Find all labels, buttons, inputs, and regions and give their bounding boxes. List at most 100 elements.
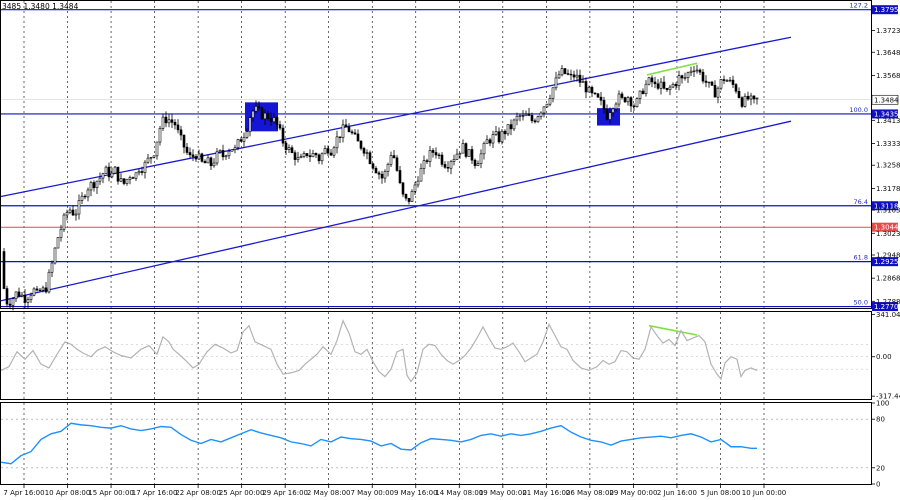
candle-body bbox=[476, 163, 480, 166]
candle-body bbox=[605, 108, 609, 120]
candle-body bbox=[440, 154, 444, 165]
candle-body bbox=[563, 68, 567, 74]
candle-body bbox=[434, 152, 438, 156]
candle-body bbox=[293, 152, 297, 160]
candle-body bbox=[68, 209, 72, 213]
chart-window: 127.2 1.3795 100.0 1.3435 76.4 1.3118 61.8 1.29… bbox=[0, 0, 900, 500]
candle-body bbox=[152, 155, 156, 158]
x-tick-label: 25 Apr 00:00 bbox=[219, 489, 265, 497]
candle-body bbox=[227, 150, 231, 157]
fib-level-price: 1.3795 bbox=[874, 6, 899, 14]
candle-body bbox=[755, 97, 759, 100]
candle-body bbox=[320, 153, 324, 162]
candle-body bbox=[677, 75, 681, 87]
cci-indicator: 341.04230.00-317.444 bbox=[0, 311, 900, 401]
rsi-pane-frame bbox=[0, 402, 872, 485]
rsi-indicator: 100 80 20 0 bbox=[0, 400, 889, 489]
x-tick-label: 14 May 08:00 bbox=[435, 489, 483, 497]
candle-body bbox=[524, 113, 528, 117]
x-tick-label: 2 May 08:00 bbox=[307, 489, 351, 497]
x-tick-label: 22 Apr 08:00 bbox=[175, 489, 221, 497]
candle-body bbox=[608, 112, 612, 120]
candle-body bbox=[593, 92, 597, 95]
candle-body bbox=[578, 74, 582, 83]
candle-body bbox=[83, 195, 87, 198]
candle-body bbox=[17, 291, 21, 297]
candle-body bbox=[674, 83, 678, 87]
candle-body bbox=[452, 159, 456, 162]
candle-body bbox=[746, 95, 750, 100]
candle-body bbox=[86, 189, 90, 198]
candle-body bbox=[170, 119, 174, 123]
rsi-tick-label: 80 bbox=[876, 416, 885, 424]
candle-body bbox=[707, 81, 711, 84]
y-tick-label: 1.3178 bbox=[876, 185, 900, 193]
candle-body bbox=[404, 193, 408, 199]
candle-body bbox=[686, 72, 690, 78]
candle-body bbox=[53, 247, 57, 264]
candle-body bbox=[407, 197, 411, 202]
y-tick-label: 1.3023 bbox=[876, 230, 900, 238]
candle-body bbox=[581, 81, 585, 83]
chart-canvas: 127.21.3795100.01.343576.41.311861.81.29… bbox=[0, 0, 900, 497]
channel-line bbox=[0, 120, 792, 302]
candle-body bbox=[47, 271, 51, 293]
candle-body bbox=[311, 153, 315, 158]
candle-body bbox=[278, 124, 282, 129]
candle-body bbox=[629, 97, 633, 107]
candle-body bbox=[299, 156, 303, 159]
candle-body bbox=[518, 115, 522, 117]
y-tick-label: 1.3723 bbox=[876, 27, 900, 35]
y-tick-label: 1.2788 bbox=[876, 298, 900, 306]
candle-body bbox=[104, 166, 108, 174]
candle-body bbox=[113, 166, 117, 174]
y-tick-label: 1.3568 bbox=[876, 72, 900, 80]
candle-body bbox=[23, 294, 27, 303]
candle-body bbox=[287, 147, 291, 150]
candle-body bbox=[653, 81, 657, 85]
candle-body bbox=[740, 97, 744, 107]
candle-body bbox=[683, 77, 687, 79]
x-tick-label: 26 May 08:00 bbox=[566, 489, 614, 497]
highlight-box bbox=[597, 108, 620, 126]
candle-body bbox=[419, 168, 423, 182]
candle-body bbox=[77, 200, 81, 215]
candle-body bbox=[188, 152, 192, 156]
candle-body bbox=[308, 155, 312, 158]
candle-body bbox=[602, 100, 606, 110]
candle-body bbox=[107, 166, 111, 178]
candle-body bbox=[485, 139, 489, 144]
candle-body bbox=[347, 126, 351, 133]
candle-body bbox=[365, 152, 369, 154]
candle-body bbox=[539, 112, 543, 117]
candle-body bbox=[149, 157, 153, 159]
candle-body bbox=[617, 93, 621, 105]
y-tick-label: 1.2868 bbox=[876, 275, 900, 283]
fib-level-percent: 76.4 bbox=[854, 198, 868, 206]
highlight-boxes bbox=[245, 102, 620, 132]
candle-body bbox=[596, 93, 600, 98]
candle-body bbox=[443, 164, 447, 168]
candle-body bbox=[737, 91, 741, 98]
candle-body bbox=[359, 140, 363, 149]
candle-body bbox=[239, 139, 243, 142]
candle-body bbox=[416, 180, 420, 186]
candle-body bbox=[752, 95, 756, 100]
candle-body bbox=[716, 87, 720, 98]
candle-body bbox=[428, 150, 432, 162]
candle-body bbox=[665, 87, 669, 90]
fib-level-percent: 100.0 bbox=[849, 106, 868, 114]
fib-level-percent: 127.2 bbox=[849, 2, 868, 10]
rsi-line bbox=[0, 422, 757, 465]
candle-body bbox=[362, 148, 366, 154]
candle-body bbox=[641, 90, 645, 95]
candle-body bbox=[131, 177, 135, 179]
candle-body bbox=[743, 95, 747, 107]
candle-body bbox=[305, 153, 309, 156]
candle-body bbox=[551, 87, 555, 99]
candle-body bbox=[554, 77, 558, 89]
x-tick-label: 9 May 16:00 bbox=[394, 489, 438, 497]
candle-body bbox=[749, 95, 753, 100]
candle-body bbox=[467, 149, 471, 157]
candle-body bbox=[464, 143, 468, 157]
